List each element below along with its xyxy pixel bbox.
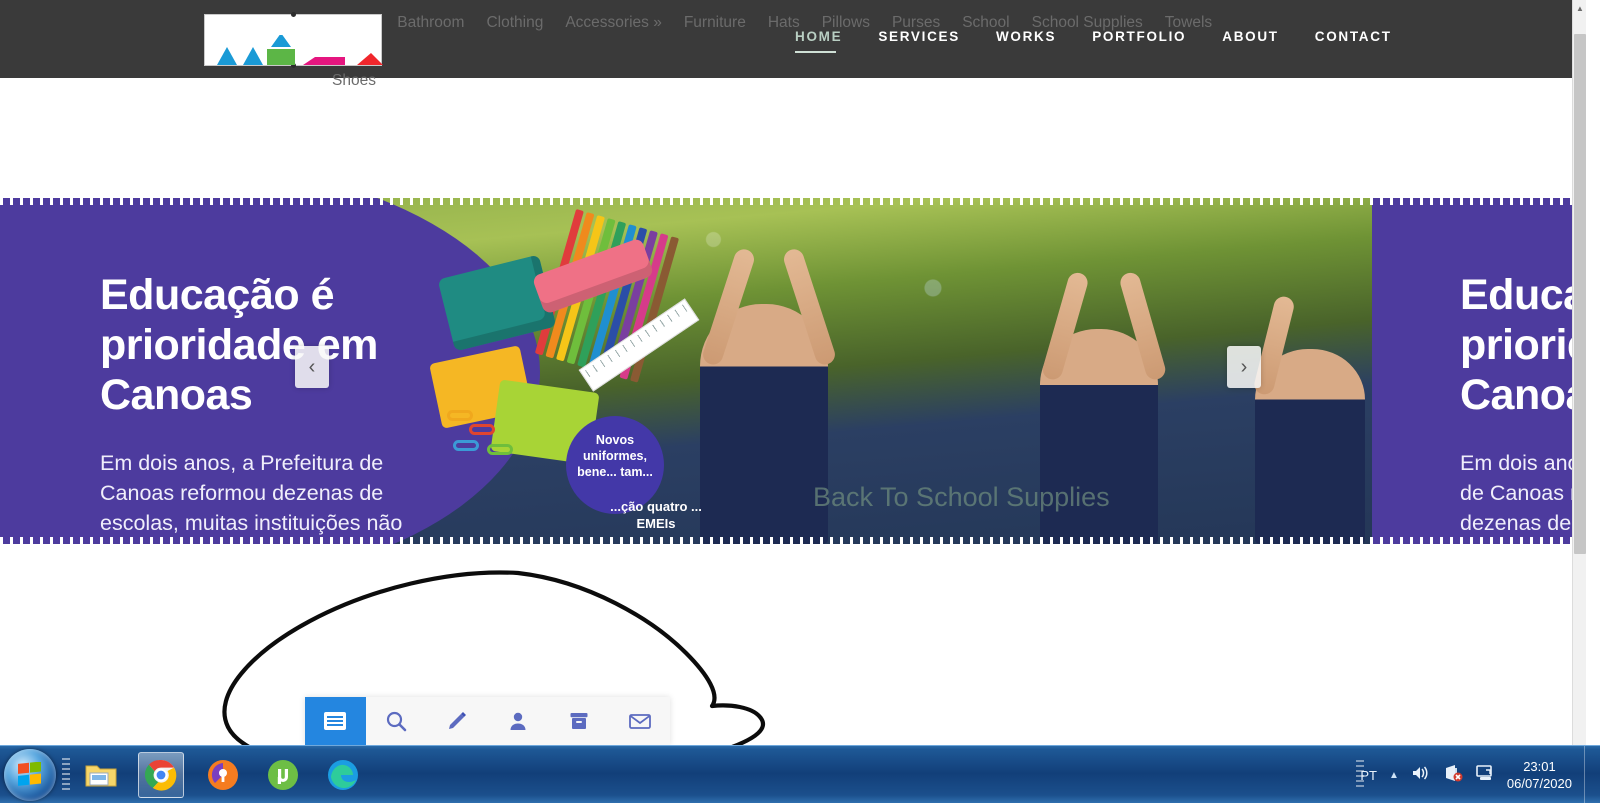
google-chrome-icon[interactable]: [138, 752, 184, 798]
main-nav[interactable]: HOME SERVICES WORKS PORTFOLIO ABOUT CONTACT: [795, 28, 1428, 58]
shop-nav-item-2[interactable]: Clothing: [486, 14, 543, 32]
shop-nav-item-3[interactable]: Accessories »: [565, 14, 661, 32]
main-nav-item-contact[interactable]: CONTACT: [1315, 29, 1392, 44]
shop-nav-item-4[interactable]: Furniture: [684, 14, 746, 32]
avast-icon[interactable]: [200, 752, 246, 798]
slider-bottom-edge: [0, 537, 1586, 544]
main-nav-item-home[interactable]: HOME: [795, 29, 842, 53]
network-error-icon[interactable]: [1443, 764, 1463, 787]
windows-taskbar[interactable]: PT ▲ 23:01 06/07/2020: [0, 745, 1600, 803]
main-nav-item-about[interactable]: ABOUT: [1222, 29, 1279, 44]
scrollbar-thumb[interactable]: [1574, 34, 1586, 554]
floating-toolbar[interactable]: [305, 697, 670, 745]
tray-time: 23:01: [1523, 759, 1556, 774]
pencil-icon[interactable]: [427, 697, 488, 745]
show-desktop-button[interactable]: [1584, 746, 1594, 803]
tray-clock[interactable]: 23:01 06/07/2020: [1507, 758, 1572, 792]
page-scrollbar[interactable]: ▲: [1572, 0, 1586, 745]
volume-icon[interactable]: [1411, 764, 1431, 787]
hero-slider[interactable]: Educação é prioridade em Canoas Em dois …: [0, 198, 1586, 544]
dragged-image-placeholder[interactable]: [204, 12, 383, 68]
slide-subheadline: Em dois anos, a Prefeitura de Canoas ref…: [100, 451, 403, 535]
windows-explorer-icon[interactable]: [78, 752, 124, 798]
archive-icon[interactable]: [548, 697, 609, 745]
start-button-icon[interactable]: [4, 749, 56, 801]
action-center-icon[interactable]: [1475, 764, 1495, 787]
overlay-title: Back To School Supplies: [813, 482, 1110, 512]
browser-page: cksBathroomClothingAccessories »Furnitur…: [0, 0, 1586, 745]
main-nav-item-services[interactable]: SERVICES: [878, 29, 960, 44]
slide-current: Educação é prioridade em Canoas Em dois …: [0, 198, 1372, 544]
search-icon[interactable]: [366, 697, 427, 745]
mail-icon[interactable]: [609, 697, 670, 745]
drag-handle-top[interactable]: [291, 12, 296, 17]
main-nav-item-portfolio[interactable]: PORTFOLIO: [1092, 29, 1186, 44]
slide-next-preview: Educação é prioridade em Canoas Em dois …: [1372, 198, 1586, 544]
tray-show-hidden-icon[interactable]: ▲: [1389, 770, 1399, 781]
list-icon[interactable]: [305, 697, 366, 745]
person-icon[interactable]: [487, 697, 548, 745]
shop-nav-item-shoes[interactable]: Shoes: [332, 72, 376, 90]
paperclips-icon: [447, 410, 537, 470]
scrollbar-up-arrow[interactable]: ▲: [1573, 0, 1586, 16]
system-tray[interactable]: PT ▲ 23:01 06/07/2020: [1360, 746, 1594, 803]
screen: cksBathroomClothingAccessories »Furnitur…: [0, 0, 1600, 803]
slider-prev-button[interactable]: ‹: [295, 346, 329, 388]
slider-top-edge: [0, 198, 1586, 205]
microsoft-edge-icon[interactable]: [320, 752, 366, 798]
logo-graphic-icon: [217, 35, 383, 65]
slide-next-headline: Educação é prioridade em Canoas: [1460, 271, 1586, 419]
slider-next-button[interactable]: ›: [1227, 346, 1261, 388]
slide-blue-text-1: ...ção quatro ... EMEIs: [610, 499, 702, 531]
tray-date: 06/07/2020: [1506, 776, 1572, 791]
taskbar-grip-1[interactable]: [62, 758, 70, 792]
tray-language-indicator[interactable]: PT: [1360, 768, 1377, 783]
slide-next-subheadline: Em dois anos, a Prefeitura de Canoas ref…: [1460, 451, 1586, 544]
main-nav-item-works[interactable]: WORKS: [996, 29, 1056, 44]
shop-nav-item-1[interactable]: Bathroom: [397, 14, 464, 32]
utorrent-icon[interactable]: [260, 752, 306, 798]
